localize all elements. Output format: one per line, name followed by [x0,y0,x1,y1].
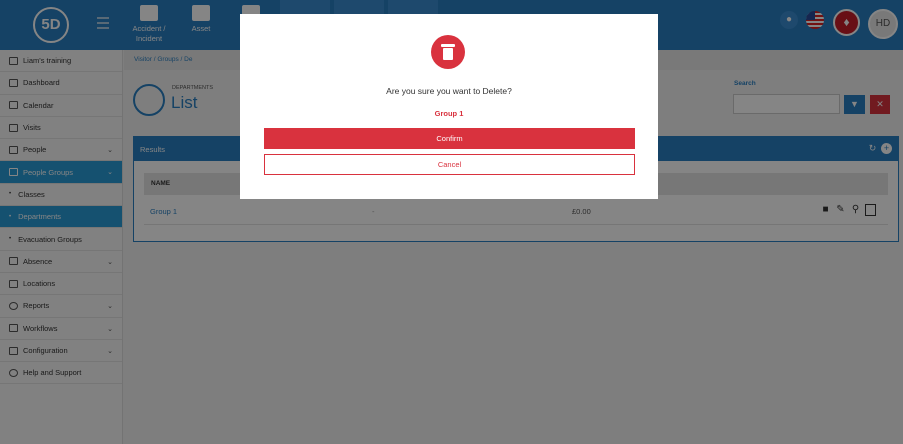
delete-confirm-dialog: Are you sure you want to Delete? Group 1… [240,14,658,199]
dialog-message: Are you sure you want to Delete? [386,86,512,96]
cancel-button[interactable]: Cancel [264,154,635,175]
dialog-item-name: Group 1 [434,109,464,118]
trash-icon [431,35,465,69]
confirm-button[interactable]: Confirm [264,128,635,149]
